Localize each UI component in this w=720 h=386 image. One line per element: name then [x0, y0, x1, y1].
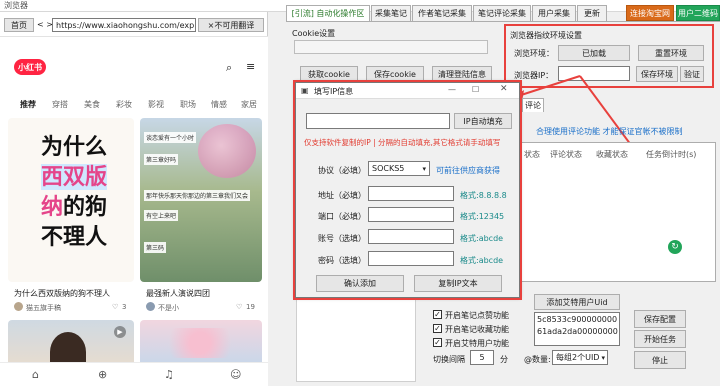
- nav-arrows[interactable]: < >: [37, 20, 53, 29]
- portrait-image: [50, 332, 86, 366]
- cookie-field[interactable]: [294, 40, 488, 54]
- save-config-button[interactable]: 保存配置: [634, 310, 686, 328]
- close-translate-button[interactable]: ×不可用翻译: [198, 18, 264, 32]
- tab-collect-notes[interactable]: 采集笔记: [371, 5, 411, 21]
- interval-label: 切换间隔: [433, 355, 465, 364]
- verify-button[interactable]: 验证: [680, 66, 704, 82]
- uid-item-0[interactable]: 5c8533c900000000: [537, 315, 617, 324]
- at-count-label: @数量:: [524, 355, 551, 364]
- col-status: 状态: [524, 150, 540, 159]
- stop-button[interactable]: 停止: [634, 351, 686, 369]
- category-tab-2[interactable]: 美食: [84, 99, 100, 110]
- search-icon[interactable]: ⌕: [226, 61, 232, 75]
- category-tab-5[interactable]: 职场: [180, 99, 196, 110]
- card-2-overlay-1: 第三章好吗: [144, 154, 179, 165]
- category-tab-7[interactable]: 家居: [241, 99, 257, 110]
- category-tab-6[interactable]: 情感: [211, 99, 227, 110]
- category-tab-0[interactable]: 推荐: [20, 99, 36, 110]
- refresh-icon[interactable]: ↻: [668, 240, 682, 254]
- contact-badge[interactable]: 连接淘宝网: [626, 5, 674, 21]
- category-tab-4[interactable]: 影视: [148, 99, 164, 110]
- notes-list[interactable]: [296, 296, 416, 382]
- fav-checkbox[interactable]: ✓: [433, 324, 442, 333]
- col-comment-status: 评论状态: [550, 150, 582, 159]
- heart-icon[interactable]: ♡: [112, 303, 118, 311]
- category-tab-1[interactable]: 穿搭: [52, 99, 68, 110]
- col-countdown: 任务倒计时(s): [646, 150, 697, 159]
- tab-comment[interactable]: 评论: [522, 98, 544, 112]
- home-button[interactable]: 首页: [4, 18, 34, 32]
- card-2-overlay-4: 第三码: [144, 242, 167, 253]
- uid-item-1[interactable]: 61ada2da00000000: [537, 327, 618, 336]
- like-checkbox-label: 开启笔记点赞功能: [445, 311, 509, 320]
- at-count-value: 每组2个UID: [556, 353, 600, 362]
- bell-icon[interactable]: ♫: [164, 368, 174, 381]
- embedded-browser: 首页 < > https://www.xiaohongshu.com/explo…: [0, 12, 268, 386]
- task-table: [520, 142, 716, 282]
- home-icon[interactable]: ⌂: [32, 368, 39, 381]
- feed-card-3-image[interactable]: ▶: [8, 320, 134, 366]
- card-2-overlay-3: 有空上来吧: [144, 210, 179, 221]
- add-at-user-button[interactable]: 添加艾特用户Uid: [534, 294, 620, 310]
- cookie-group-label: Cookie设置: [292, 29, 336, 38]
- card-2-title[interactable]: 最强新人演说四团: [146, 288, 210, 299]
- at-checkbox[interactable]: ✓: [433, 338, 442, 347]
- card-2-author: 不是小: [158, 304, 179, 312]
- env-label: 浏览环境：: [514, 49, 554, 58]
- user-icon[interactable]: ☺: [230, 368, 241, 381]
- card-2-overlay-0: 谈恋爱有一个小时: [144, 132, 197, 143]
- category-tab-3[interactable]: 彩妆: [116, 99, 132, 110]
- reset-env-button[interactable]: 重置环境: [638, 45, 704, 61]
- dialog-highlight-box: [293, 80, 522, 300]
- anime-character-image: [198, 124, 256, 178]
- card-2-overlay-2: 那年快乐那天你那边的第三章我们又会: [144, 190, 251, 201]
- env-group-label: 浏览器指纹环境设置: [510, 31, 582, 40]
- tab-comment-collect[interactable]: 笔记评论采集: [473, 5, 531, 21]
- heart-icon[interactable]: ♡: [236, 303, 242, 311]
- fav-checkbox-label: 开启笔记收藏功能: [445, 325, 509, 334]
- tab-divider: [286, 21, 720, 22]
- card-1-likes: 3: [122, 303, 127, 311]
- avatar: [14, 302, 23, 311]
- usage-hint: 合理使用评论功能 才能保证官帐不被限制: [536, 127, 683, 136]
- like-checkbox[interactable]: ✓: [433, 310, 442, 319]
- avatar: [146, 302, 155, 311]
- feed-card-2-image[interactable]: 谈恋爱有一个小时 第三章好吗 那年快乐那天你那边的第三章我们又会 有空上来吧 第…: [140, 118, 262, 282]
- xhs-logo: 小红书: [14, 59, 46, 75]
- card-1-author: 猫五旗手稿: [26, 304, 61, 312]
- feed-card-4-image[interactable]: [140, 320, 262, 366]
- tab-user-collect[interactable]: 用户采集: [532, 5, 576, 21]
- card-1-image-text: 为什么 西双版 纳的狗 不理人: [40, 134, 108, 250]
- col-fav-status: 收藏状态: [596, 150, 628, 159]
- bottom-nav: [0, 362, 268, 386]
- qr-badge[interactable]: 用户二维码: [676, 5, 720, 21]
- tab-automation[interactable]: [引流] 自动化操作区: [286, 5, 370, 21]
- at-count-select[interactable]: 每组2个UID ▾: [552, 350, 608, 365]
- play-icon[interactable]: ▶: [114, 326, 126, 338]
- interval-input[interactable]: 5: [470, 350, 494, 365]
- card-2-likes: 19: [246, 303, 255, 311]
- tab-author-notes[interactable]: 作者笔记采集: [412, 5, 472, 21]
- interval-unit: 分: [500, 355, 508, 364]
- card-1-title[interactable]: 为什么西双版纳的狗不理人: [14, 288, 110, 299]
- env-loaded-button[interactable]: 已加载: [558, 45, 630, 61]
- start-task-button[interactable]: 开始任务: [634, 330, 686, 348]
- tab-update[interactable]: 更新: [577, 5, 607, 21]
- menu-icon[interactable]: ≡: [246, 60, 255, 73]
- url-field[interactable]: https://www.xiaohongshu.com/explor: [52, 18, 196, 32]
- feed-card-1-image[interactable]: 为什么 西双版 纳的狗 不理人: [8, 118, 134, 282]
- cherry-blossom-image: [150, 328, 250, 358]
- add-icon[interactable]: ⊕: [98, 368, 107, 381]
- at-checkbox-label: 开启艾特用户功能: [445, 339, 509, 348]
- chevron-down-icon: ▾: [601, 353, 605, 362]
